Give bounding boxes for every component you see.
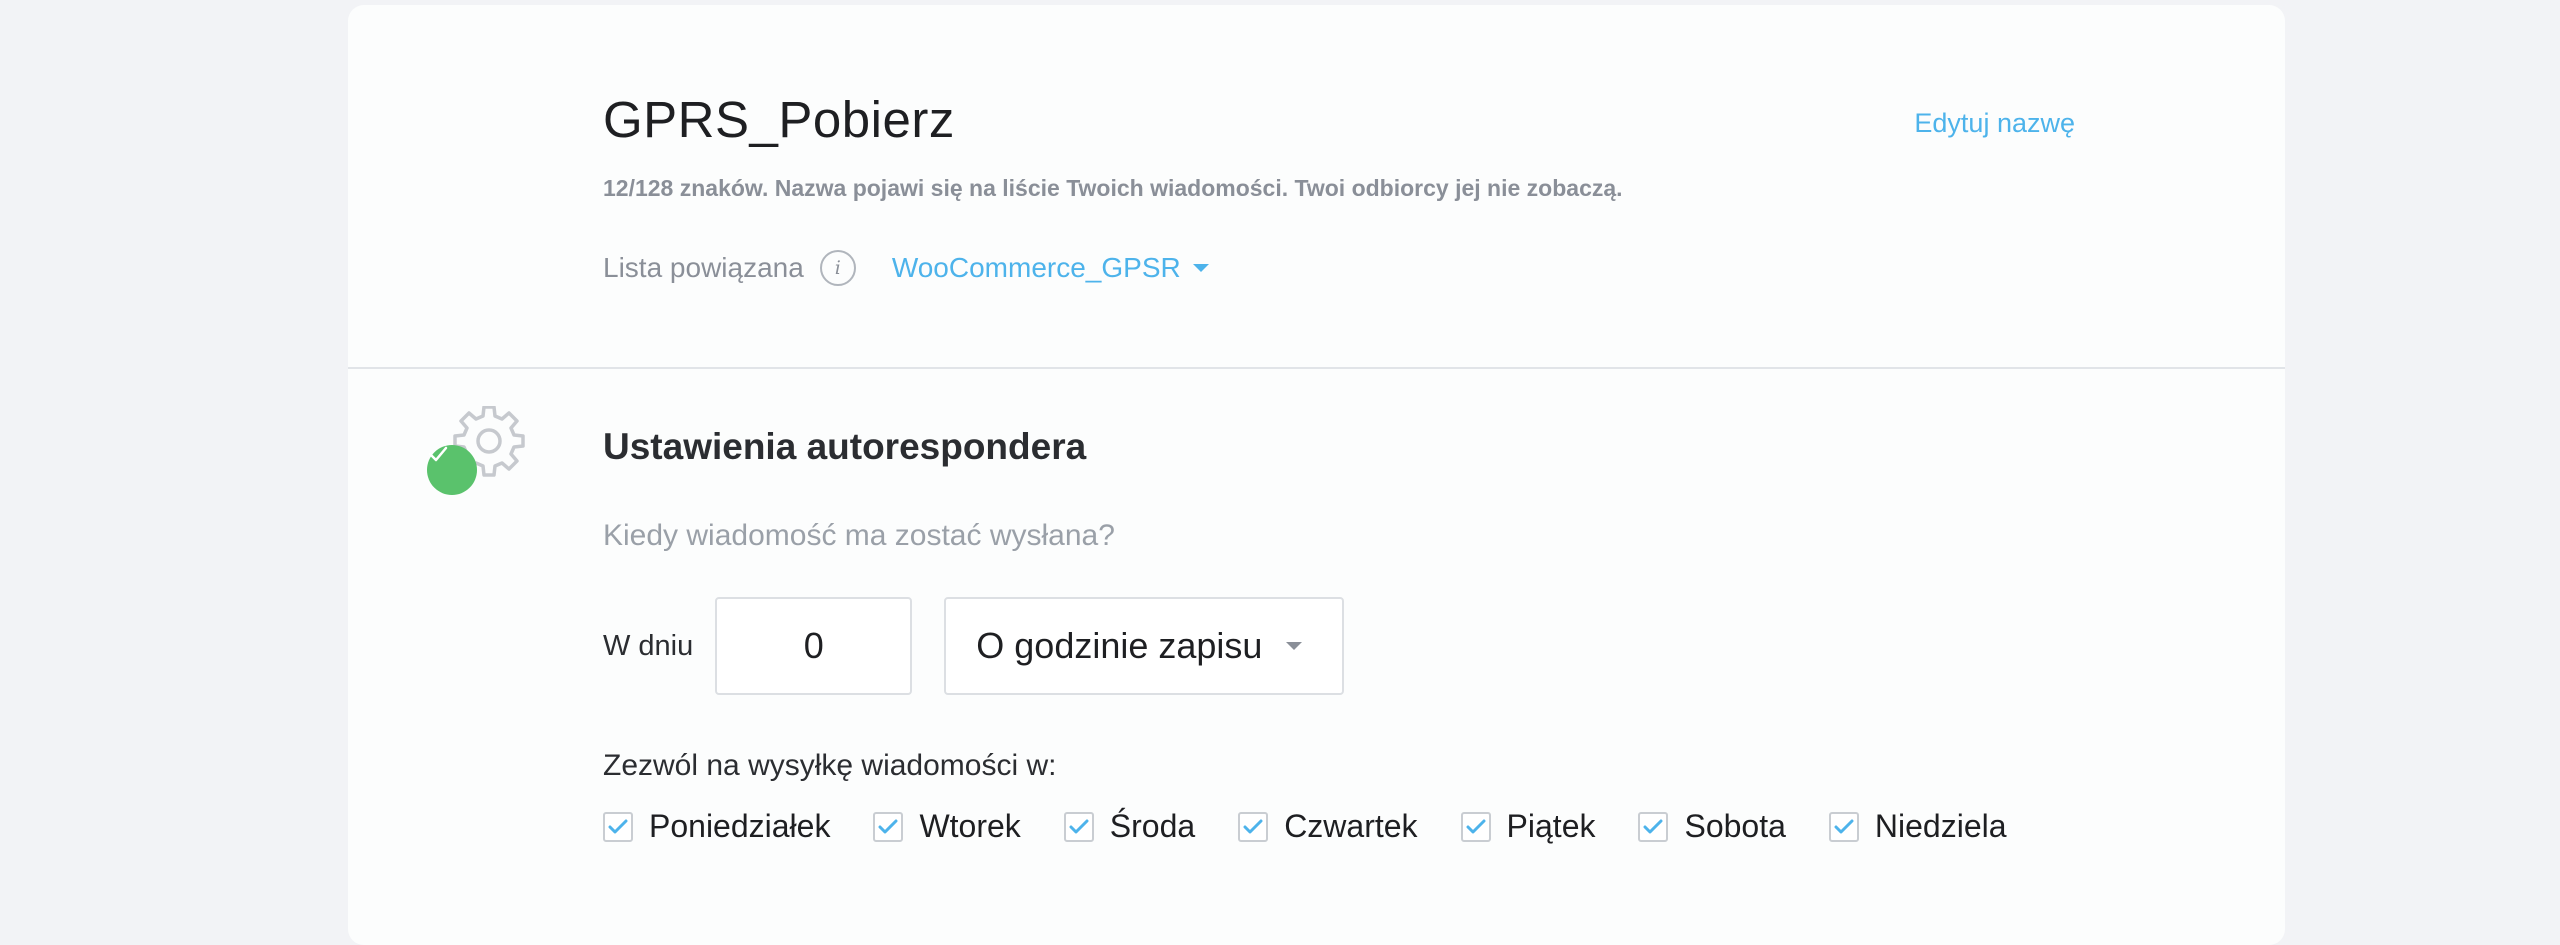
weekday-wednesday[interactable]: Środa bbox=[1063, 808, 1196, 845]
message-name-section: GPRS_Pobierz Edytuj nazwę 12/128 znaków.… bbox=[348, 5, 2285, 369]
linked-list-row: Lista powiązana i WooCommerce_GPSR bbox=[603, 250, 1209, 286]
weekday-tuesday[interactable]: Wtorek bbox=[873, 808, 1021, 845]
weekday-thursday[interactable]: Czwartek bbox=[1238, 808, 1418, 845]
edit-name-link[interactable]: Edytuj nazwę bbox=[1914, 108, 2075, 139]
checkbox-icon[interactable] bbox=[1828, 811, 1859, 842]
checkbox-icon[interactable] bbox=[1460, 811, 1491, 842]
linked-list-dropdown[interactable]: WooCommerce_GPSR bbox=[892, 252, 1209, 284]
linked-list-label: Lista powiązana bbox=[603, 252, 804, 283]
weekday-checkboxes: Poniedziałek Wtorek Środa Czwartek Piąte… bbox=[603, 808, 2050, 845]
check-icon bbox=[427, 445, 477, 495]
weekday-sunday[interactable]: Niedziela bbox=[1828, 808, 2007, 845]
send-day-row: W dniu O godzinie zapisu bbox=[603, 597, 1345, 695]
send-time-value: O godzinie zapisu bbox=[976, 625, 1263, 666]
checkbox-icon[interactable] bbox=[1063, 811, 1094, 842]
checkbox-icon[interactable] bbox=[873, 811, 904, 842]
weekday-label: Poniedziałek bbox=[649, 808, 831, 844]
weekday-label: Piątek bbox=[1506, 808, 1596, 844]
checkbox-icon[interactable] bbox=[603, 811, 633, 842]
section-title: Ustawienia autorespondera bbox=[603, 426, 1087, 467]
checkbox-icon[interactable] bbox=[1238, 811, 1269, 842]
checkbox-icon[interactable] bbox=[1638, 811, 1669, 842]
weekday-friday[interactable]: Piątek bbox=[1460, 808, 1596, 845]
autoresponder-settings-section: Ustawienia autorespondera Kiedy wiadomoś… bbox=[348, 371, 2285, 945]
send-time-dropdown[interactable]: O godzinie zapisu bbox=[944, 597, 1345, 695]
caret-down-icon bbox=[1286, 642, 1303, 650]
char-count-info: 12/128 znaków. Nazwa pojawi się na liści… bbox=[603, 175, 1623, 201]
linked-list-value: WooCommerce_GPSR bbox=[891, 252, 1181, 283]
message-title: GPRS_Pobierz bbox=[603, 91, 955, 148]
weekday-label: Niedziela bbox=[1874, 808, 2007, 844]
day-input[interactable] bbox=[715, 597, 913, 695]
weekday-monday[interactable]: Poniedziałek bbox=[603, 808, 830, 845]
day-label: W dniu bbox=[603, 629, 694, 662]
weekday-saturday[interactable]: Sobota bbox=[1638, 808, 1786, 845]
weekday-label: Wtorek bbox=[919, 808, 1021, 844]
weekday-label: Sobota bbox=[1684, 808, 1786, 844]
info-icon[interactable]: i bbox=[819, 250, 856, 286]
weekday-label: Czwartek bbox=[1284, 808, 1418, 844]
caret-down-icon bbox=[1192, 264, 1209, 272]
send-time-question: Kiedy wiadomość ma zostać wysłana? bbox=[603, 519, 1115, 552]
settings-status-graphic bbox=[427, 406, 527, 516]
weekday-label: Środa bbox=[1109, 808, 1196, 844]
message-settings-card: GPRS_Pobierz Edytuj nazwę 12/128 znaków.… bbox=[348, 5, 2285, 945]
allowed-days-label: Zezwól na wysyłkę wiadomości w: bbox=[603, 749, 1057, 782]
